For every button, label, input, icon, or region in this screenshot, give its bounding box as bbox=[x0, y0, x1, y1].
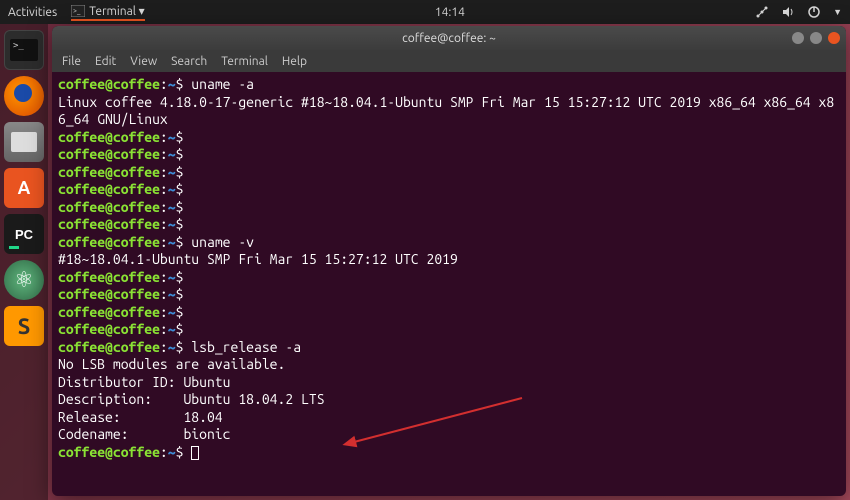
terminal-prompt-line: coffee@coffee:~$ bbox=[58, 304, 840, 322]
prompt-path: ~ bbox=[168, 164, 176, 180]
terminal-prompt-line: coffee@coffee:~$ bbox=[58, 444, 840, 462]
prompt-user-host: coffee@coffee bbox=[58, 234, 160, 250]
prompt-user-host: coffee@coffee bbox=[58, 321, 160, 337]
terminal-output-line: #18~18.04.1-Ubuntu SMP Fri Mar 15 15:27:… bbox=[58, 251, 840, 269]
menubar: File Edit View Search Terminal Help bbox=[52, 50, 846, 72]
svg-text:>_: >_ bbox=[73, 7, 81, 15]
titlebar[interactable]: coffee@coffee: ~ bbox=[52, 26, 846, 50]
terminal-body[interactable]: coffee@coffee:~$ uname -aLinux coffee 4.… bbox=[52, 72, 846, 496]
terminal-prompt-line: coffee@coffee:~$ bbox=[58, 321, 840, 339]
terminal-prompt-line: coffee@coffee:~$ bbox=[58, 199, 840, 217]
prompt-path: ~ bbox=[168, 146, 176, 162]
menu-edit[interactable]: Edit bbox=[95, 55, 116, 68]
close-button[interactable] bbox=[828, 32, 840, 44]
minimize-button[interactable] bbox=[792, 32, 804, 44]
dock-icon-software[interactable]: A bbox=[4, 168, 44, 208]
prompt-user-host: coffee@coffee bbox=[58, 199, 160, 215]
command-text: uname -a bbox=[191, 76, 254, 92]
cursor bbox=[191, 446, 199, 460]
prompt-user-host: coffee@coffee bbox=[58, 181, 160, 197]
terminal-prompt-line: coffee@coffee:~$ uname -v bbox=[58, 234, 840, 252]
prompt-user-host: coffee@coffee bbox=[58, 339, 160, 355]
prompt-user-host: coffee@coffee bbox=[58, 164, 160, 180]
volume-icon bbox=[781, 5, 795, 19]
command-text: uname -v bbox=[191, 234, 254, 250]
window-title: coffee@coffee: ~ bbox=[402, 32, 496, 45]
menu-search[interactable]: Search bbox=[171, 55, 207, 68]
prompt-path: ~ bbox=[168, 269, 176, 285]
menu-view[interactable]: View bbox=[130, 55, 157, 68]
prompt-user-host: coffee@coffee bbox=[58, 269, 160, 285]
terminal-prompt-line: coffee@coffee:~$ lsb_release -a bbox=[58, 339, 840, 357]
menu-file[interactable]: File bbox=[62, 55, 81, 68]
app-label: Terminal ▾ bbox=[89, 4, 144, 18]
menu-terminal[interactable]: Terminal bbox=[221, 55, 268, 68]
terminal-prompt-line: coffee@coffee:~$ bbox=[58, 269, 840, 287]
menu-help[interactable]: Help bbox=[282, 55, 307, 68]
dock-icon-atom[interactable]: ⚛ bbox=[4, 260, 44, 300]
terminal-output-line: Linux coffee 4.18.0-17-generic #18~18.04… bbox=[58, 94, 840, 129]
terminal-window: coffee@coffee: ~ File Edit View Search T… bbox=[52, 26, 846, 496]
activities-button[interactable]: Activities bbox=[8, 6, 57, 19]
dock-icon-sublime[interactable]: S bbox=[4, 306, 44, 346]
dock-icon-files[interactable] bbox=[4, 122, 44, 162]
prompt-path: ~ bbox=[168, 339, 176, 355]
power-icon bbox=[807, 5, 821, 19]
terminal-output-line: Description: Ubuntu 18.04.2 LTS bbox=[58, 391, 840, 409]
system-tray[interactable]: ▼ bbox=[755, 5, 842, 19]
command-text: lsb_release -a bbox=[191, 339, 301, 355]
dock-icon-terminal[interactable] bbox=[4, 30, 44, 70]
terminal-prompt-line: coffee@coffee:~$ bbox=[58, 129, 840, 147]
prompt-path: ~ bbox=[168, 181, 176, 197]
dock-icon-firefox[interactable] bbox=[4, 76, 44, 116]
current-app-indicator[interactable]: >_ Terminal ▾ bbox=[71, 4, 144, 21]
terminal-prompt-line: coffee@coffee:~$ uname -a bbox=[58, 76, 840, 94]
dock-icon-pycharm[interactable]: PC bbox=[4, 214, 44, 254]
prompt-user-host: coffee@coffee bbox=[58, 76, 160, 92]
terminal-prompt-line: coffee@coffee:~$ bbox=[58, 146, 840, 164]
prompt-user-host: coffee@coffee bbox=[58, 304, 160, 320]
prompt-path: ~ bbox=[168, 444, 176, 460]
prompt-user-host: coffee@coffee bbox=[58, 286, 160, 302]
prompt-path: ~ bbox=[168, 216, 176, 232]
terminal-prompt-line: coffee@coffee:~$ bbox=[58, 181, 840, 199]
terminal-icon: >_ bbox=[71, 5, 85, 17]
terminal-output-line: Codename: bionic bbox=[58, 426, 840, 444]
terminal-prompt-line: coffee@coffee:~$ bbox=[58, 216, 840, 234]
prompt-path: ~ bbox=[168, 129, 176, 145]
prompt-path: ~ bbox=[168, 304, 176, 320]
prompt-user-host: coffee@coffee bbox=[58, 129, 160, 145]
clock[interactable]: 14:14 bbox=[145, 6, 755, 19]
maximize-button[interactable] bbox=[810, 32, 822, 44]
terminal-output-line: Release: 18.04 bbox=[58, 409, 840, 427]
prompt-user-host: coffee@coffee bbox=[58, 216, 160, 232]
prompt-path: ~ bbox=[168, 199, 176, 215]
network-icon bbox=[755, 5, 769, 19]
terminal-output-line: No LSB modules are available. bbox=[58, 356, 840, 374]
prompt-user-host: coffee@coffee bbox=[58, 146, 160, 162]
dock: A PC ⚛ S bbox=[0, 24, 48, 500]
prompt-path: ~ bbox=[168, 76, 176, 92]
terminal-prompt-line: coffee@coffee:~$ bbox=[58, 286, 840, 304]
prompt-user-host: coffee@coffee bbox=[58, 444, 160, 460]
gnome-top-panel: Activities >_ Terminal ▾ 14:14 ▼ bbox=[0, 0, 850, 24]
prompt-path: ~ bbox=[168, 286, 176, 302]
terminal-prompt-line: coffee@coffee:~$ bbox=[58, 164, 840, 182]
prompt-path: ~ bbox=[168, 321, 176, 337]
prompt-path: ~ bbox=[168, 234, 176, 250]
chevron-down-icon: ▼ bbox=[833, 7, 842, 17]
terminal-output-line: Distributor ID: Ubuntu bbox=[58, 374, 840, 392]
